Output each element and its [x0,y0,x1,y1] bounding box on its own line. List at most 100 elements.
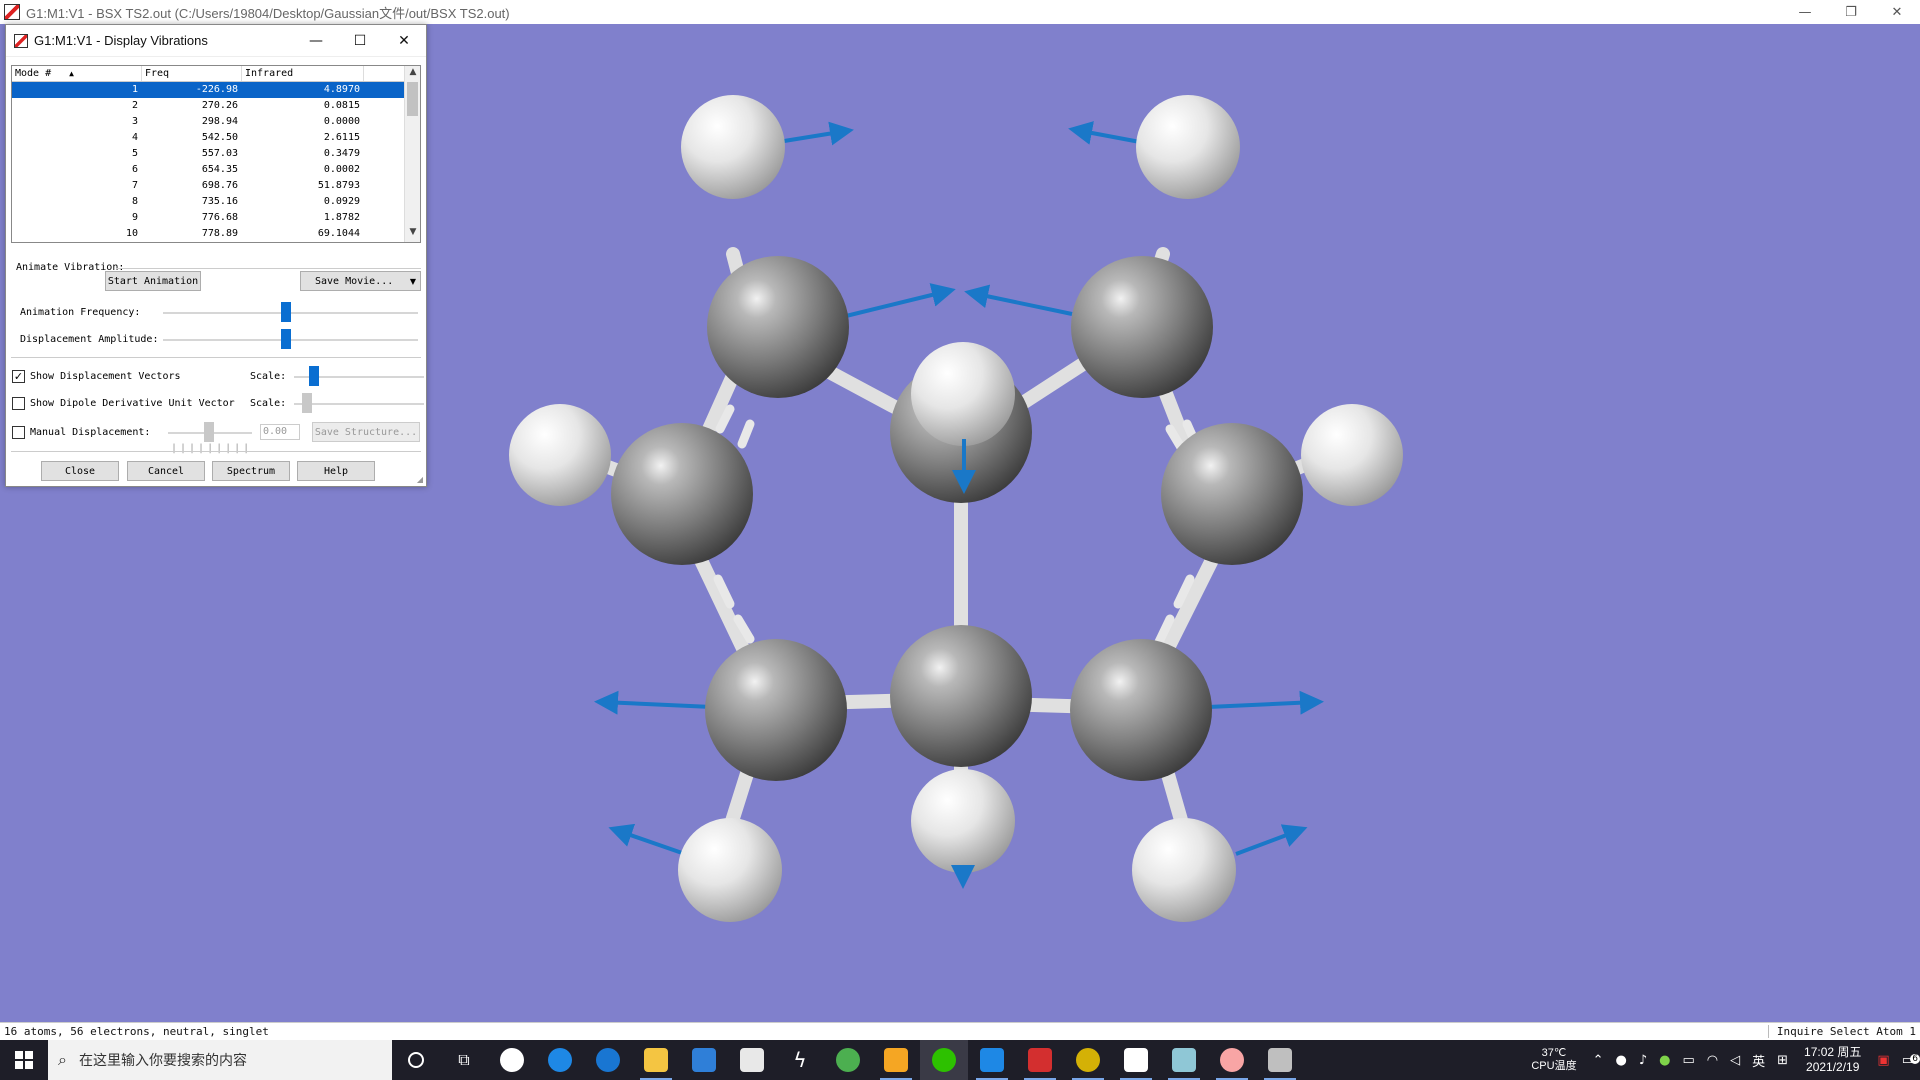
carbon-atom[interactable] [1161,423,1303,565]
start-animation-button[interactable]: Start Animation [105,271,201,291]
save-movie-dropdown[interactable]: Save Movie... ▼ [300,271,421,291]
scroll-down-icon[interactable]: ▼ [405,227,420,241]
taskbar-app-green[interactable] [824,1040,872,1080]
table-row[interactable]: 9 776.68 1.8782 [12,210,420,226]
hydrogen-atom[interactable] [1301,404,1403,506]
table-header: Mode # ▲ Freq Infrared [12,66,420,82]
dialog-minimize-button[interactable]: — [294,25,338,57]
minimize-button[interactable]: — [1782,0,1828,24]
manual-displacement-checkbox[interactable] [12,426,25,439]
chevron-down-icon: ▼ [409,276,416,286]
show-dipole-derivative-checkbox[interactable] [12,397,25,410]
carbon-atom[interactable] [611,423,753,565]
input-method-indicator[interactable]: 英 [1746,1051,1771,1070]
carbon-atom[interactable] [1070,639,1212,781]
column-header-freq[interactable]: Freq [142,66,242,81]
start-button[interactable] [0,1040,48,1080]
keyboard-icon[interactable]: ⊞ [1771,1053,1794,1068]
taskbar-app-wechat[interactable] [920,1040,968,1080]
hydrogen-atom[interactable] [911,769,1015,873]
resize-grip-icon[interactable]: ◢ [417,475,423,484]
table-scrollbar[interactable]: ▲ ▼ [404,66,420,242]
table-row[interactable]: 2 270.26 0.0815 [12,98,420,114]
taskbar-app-baidu-netdisk[interactable] [488,1040,536,1080]
table-row[interactable]: 10 778.89 69.1044 [12,226,420,242]
wifi-icon[interactable]: ◠ [1701,1053,1724,1068]
taskbar-app-yellow[interactable] [1064,1040,1112,1080]
taskbar-app-blue[interactable] [968,1040,1016,1080]
action-center-icon[interactable]: ▭ 6 [1896,1053,1920,1068]
cortana-button[interactable] [392,1040,440,1080]
taskbar-app-notes[interactable] [1160,1040,1208,1080]
display-vibrations-dialog[interactable]: G1:M1:V1 - Display Vibrations — ☐ ✕ Mode… [5,24,427,487]
dialog-titlebar[interactable]: G1:M1:V1 - Display Vibrations — ☐ ✕ [6,25,426,57]
tray-green-icon[interactable]: ● [1653,1053,1676,1068]
taskbar-search-box[interactable]: ⌕ 在这里输入你要搜索的内容 [48,1040,392,1080]
table-row[interactable]: 5 557.03 0.3479 [12,146,420,162]
table-row[interactable]: 6 654.35 0.0002 [12,162,420,178]
task-view-button[interactable]: ⧉ [440,1040,488,1080]
system-tray[interactable]: 37℃ CPU温度 ⌃ ● ♪ ● ▭ ◠ ◁ 英 ⊞ 17:02 周五 202… [1521,1040,1920,1080]
cpu-temperature[interactable]: 37℃ CPU温度 [1521,1047,1586,1073]
cancel-button[interactable]: Cancel [127,461,205,481]
table-row[interactable]: 3 298.94 0.0000 [12,114,420,130]
tray-app-icon[interactable]: ● [1609,1053,1632,1068]
displacement-scale-thumb[interactable] [309,366,319,386]
taskbar-app-mail[interactable] [680,1040,728,1080]
taskbar-app-edge[interactable] [584,1040,632,1080]
app-icon [1076,1048,1100,1072]
table-row[interactable]: 7 698.76 51.8793 [12,178,420,194]
taskbar-app-pdf[interactable] [1016,1040,1064,1080]
taskbar-app-bolt[interactable]: ϟ [776,1040,824,1080]
displacement-amplitude-thumb[interactable] [281,329,291,349]
hydrogen-atom[interactable] [509,404,611,506]
clock-time: 17:02 周五 [1804,1045,1862,1059]
taskbar[interactable]: ⌕ 在这里输入你要搜索的内容 ⧉ ϟ 37℃ CPU温度 ⌃ ● ♪ ● ▭ ◠… [0,1040,1920,1080]
close-dialog-button[interactable]: Close [41,461,119,481]
table-row[interactable]: 1 -226.98 4.8970 [12,82,420,98]
taskbar-app-pink[interactable] [1208,1040,1256,1080]
displacement-vector [594,690,713,715]
cell-infrared: 0.0000 [323,116,360,127]
table-row[interactable]: 8 735.16 0.0929 [12,194,420,210]
table-body[interactable]: 1 -226.98 4.8970 2 270.26 0.0815 3 298.94 0.0000… [12,82,420,242]
close-button[interactable]: ✕ [1874,0,1920,24]
scroll-up-icon[interactable]: ▲ [405,67,420,81]
dialog-close-button[interactable]: ✕ [382,25,426,57]
cell-freq: 698.76 [201,180,238,191]
taskbar-app-gaussview[interactable] [1256,1040,1304,1080]
column-header-infrared[interactable]: Infrared [242,66,364,81]
hydrogen-atom[interactable] [1136,95,1240,199]
taskbar-app-ie[interactable] [536,1040,584,1080]
bell-icon[interactable]: ♪ [1633,1053,1653,1068]
taskbar-app-file-explorer[interactable] [632,1040,680,1080]
spectrum-button[interactable]: Spectrum [212,461,290,481]
table-row[interactable]: 4 542.50 2.6115 [12,130,420,146]
restore-button[interactable]: ❐ [1828,0,1874,24]
animation-frequency-thumb[interactable] [281,302,291,322]
chevron-up-icon[interactable]: ⌃ [1587,1053,1610,1068]
hydrogen-atom[interactable] [678,818,782,922]
cell-infrared: 0.3479 [323,148,360,159]
volume-icon[interactable]: ◁ [1724,1053,1746,1068]
carbon-atom[interactable] [890,625,1032,767]
column-header-mode[interactable]: Mode # ▲ [12,66,142,81]
show-displacement-vectors-checkbox[interactable]: ✓ [12,370,25,383]
hydrogen-atom[interactable] [681,95,785,199]
carbon-atom[interactable] [705,639,847,781]
hydrogen-atom[interactable] [911,342,1015,446]
taskbar-app-store[interactable] [728,1040,776,1080]
taskbar-app-white[interactable] [1112,1040,1160,1080]
taskbar-app-orange[interactable] [872,1040,920,1080]
help-button[interactable]: Help [297,461,375,481]
clock[interactable]: 17:02 周五 2021/2/19 [1794,1045,1871,1075]
notification-app-icon[interactable]: ▣ [1871,1053,1895,1068]
scrollbar-thumb[interactable] [407,82,418,116]
dialog-maximize-button[interactable]: ☐ [338,25,382,57]
hydrogen-atom[interactable] [1132,818,1236,922]
carbon-atom[interactable] [1071,256,1213,398]
battery-icon[interactable]: ▭ [1676,1053,1700,1068]
main-window-titlebar[interactable]: G1:M1:V1 - BSX TS2.out (C:/Users/19804/D… [0,0,1920,24]
carbon-atom[interactable] [707,256,849,398]
vibration-mode-table[interactable]: Mode # ▲ Freq Infrared 1 -226.98 4.8970 2 27… [11,65,421,243]
